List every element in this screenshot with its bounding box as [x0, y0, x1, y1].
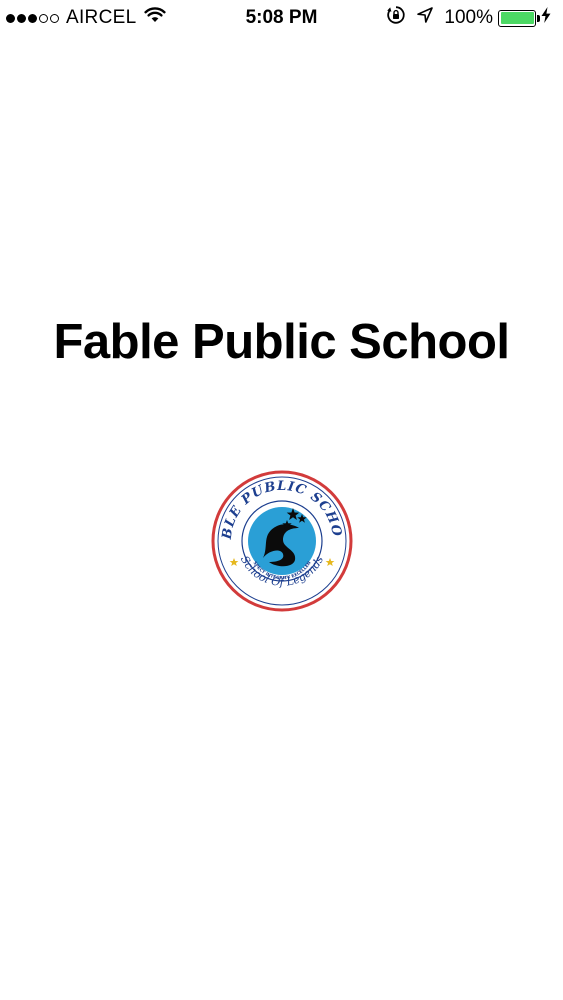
orientation-lock-icon: [386, 5, 406, 31]
charging-bolt-icon: [541, 7, 551, 29]
location-arrow-icon: [416, 6, 434, 30]
school-logo: FABLE PUBLIC SCHOOL RESPECT INTEGRITY EX…: [203, 459, 353, 612]
battery-percent: 100%: [444, 7, 493, 28]
page-title: Fable Public School: [53, 315, 510, 369]
battery-icon: [498, 9, 540, 27]
status-bar-right: 100%: [386, 5, 551, 31]
battery-fill: [500, 12, 534, 24]
status-bar: AIRCEL 5:08 PM 100%: [0, 0, 563, 36]
